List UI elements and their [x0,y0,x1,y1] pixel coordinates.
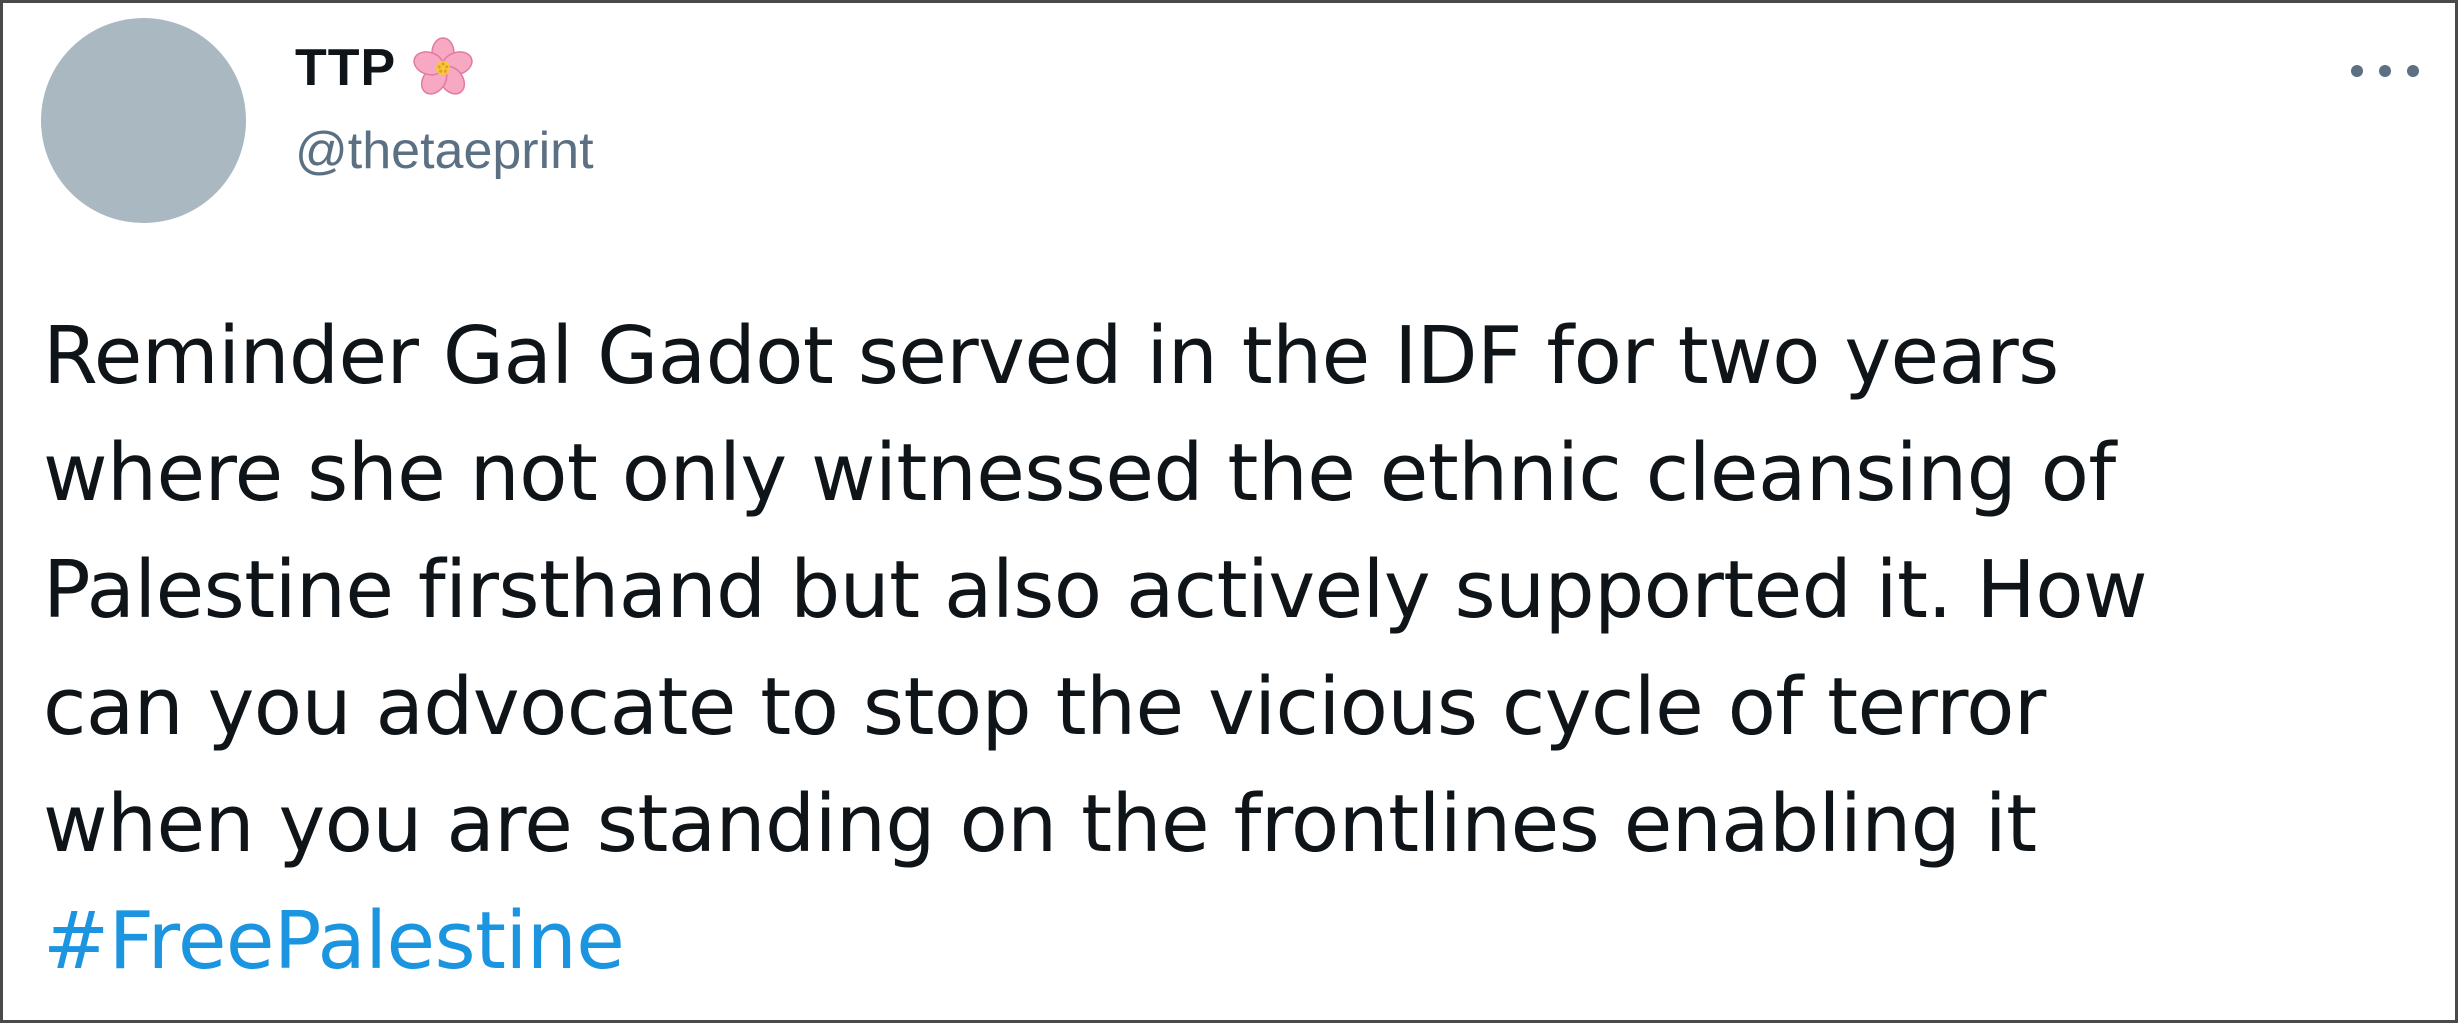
tweet-text-line: Palestine firsthand but also actively su… [43,544,2148,636]
hashtag-link[interactable]: #FreePalestine [43,895,625,987]
tweet-text-line: can you advocate to stop the vicious cyc… [43,661,2046,753]
avatar[interactable] [41,18,246,223]
tweet-text-line: Reminder Gal Gadot served in the IDF for… [43,310,2059,402]
tweet-text-line: where she not only witnessed the ethnic … [43,427,2116,519]
cherry-blossom-icon [410,35,476,101]
author-handle[interactable]: @thetaeprint [295,121,594,181]
author-name-row: TTP [295,33,476,103]
tweet-card: TTP @thetaeprint Reminder Gal Gadot serv… [0,0,2458,1023]
tweet-text: Reminder Gal Gadot served in the IDF for… [43,298,2423,1000]
more-horizontal-icon[interactable] [2343,53,2427,89]
display-name[interactable]: TTP [295,38,396,98]
tweet-text-line: when you are standing on the frontlines … [43,778,2037,870]
